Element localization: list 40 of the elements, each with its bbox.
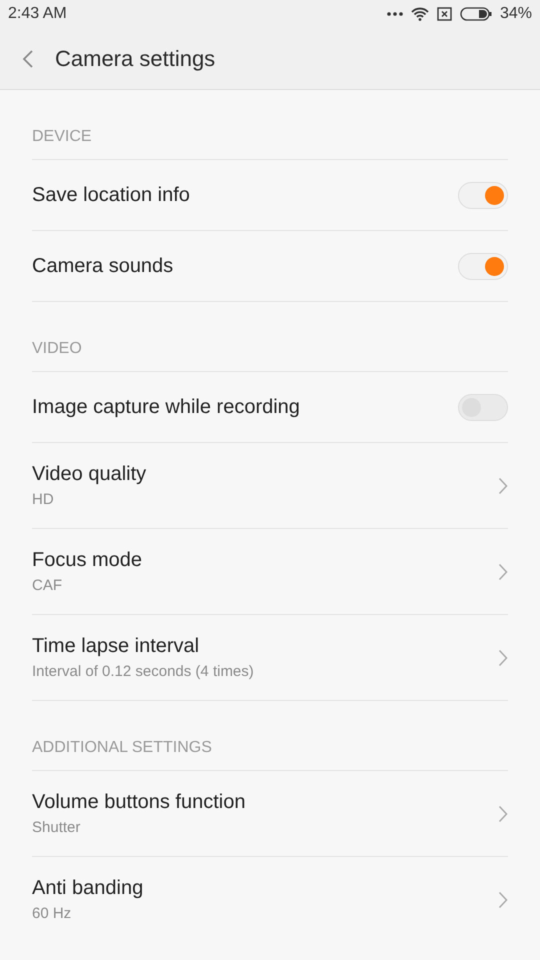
settings-row[interactable]: Focus mode CAF (32, 529, 508, 615)
settings-row[interactable]: Video quality HD (32, 443, 508, 529)
setting-label: Volume buttons function (32, 791, 246, 814)
toggle-switch[interactable] (458, 182, 508, 208)
chevron-right-icon (498, 562, 508, 580)
screen-title: Camera settings (55, 46, 216, 72)
setting-label: Camera sounds (32, 254, 174, 278)
chevron-right-icon (498, 804, 508, 822)
settings-row[interactable]: Image capture while recording (32, 372, 508, 443)
setting-label: Focus mode (32, 549, 142, 572)
back-icon[interactable] (22, 48, 34, 68)
section-header: DEVICE (32, 128, 92, 146)
setting-value: HD (32, 491, 55, 508)
setting-value: 60 Hz (32, 905, 72, 922)
status-time: 2:43 AM (8, 5, 67, 23)
more-dots-icon (386, 12, 403, 16)
setting-value: Interval of 0.12 seconds (4 times) (32, 663, 254, 680)
setting-label: Save location info (32, 184, 190, 206)
setting-value: CAF (32, 577, 63, 594)
no-sim-icon (436, 7, 452, 21)
section-header: VIDEO (32, 340, 82, 358)
chevron-right-icon (498, 890, 508, 908)
settings-row[interactable]: Time lapse interval Interval of 0.12 seconds (4 times) (32, 615, 508, 701)
setting-value: Shutter (32, 819, 82, 836)
setting-label: Image capture while recording (32, 396, 300, 418)
settings-row[interactable]: Volume buttons function Shutter (32, 771, 508, 857)
settings-row[interactable]: Save location info (32, 160, 508, 231)
battery-icon (460, 7, 492, 21)
setting-label: Anti banding (32, 877, 144, 900)
settings-row[interactable]: Anti banding 60 Hz (32, 857, 508, 942)
toggle-switch[interactable] (458, 394, 508, 420)
setting-label: Time lapse interval (32, 635, 200, 658)
chevron-right-icon (498, 476, 508, 494)
wifi-icon (410, 7, 429, 21)
section-header: ADDITIONAL SETTINGS (32, 738, 212, 756)
toggle-switch[interactable] (458, 252, 508, 280)
battery-percent: 34% (500, 5, 532, 23)
settings-row[interactable]: Camera sounds (32, 231, 508, 302)
chevron-right-icon (498, 648, 508, 666)
setting-label: Video quality (32, 463, 146, 486)
